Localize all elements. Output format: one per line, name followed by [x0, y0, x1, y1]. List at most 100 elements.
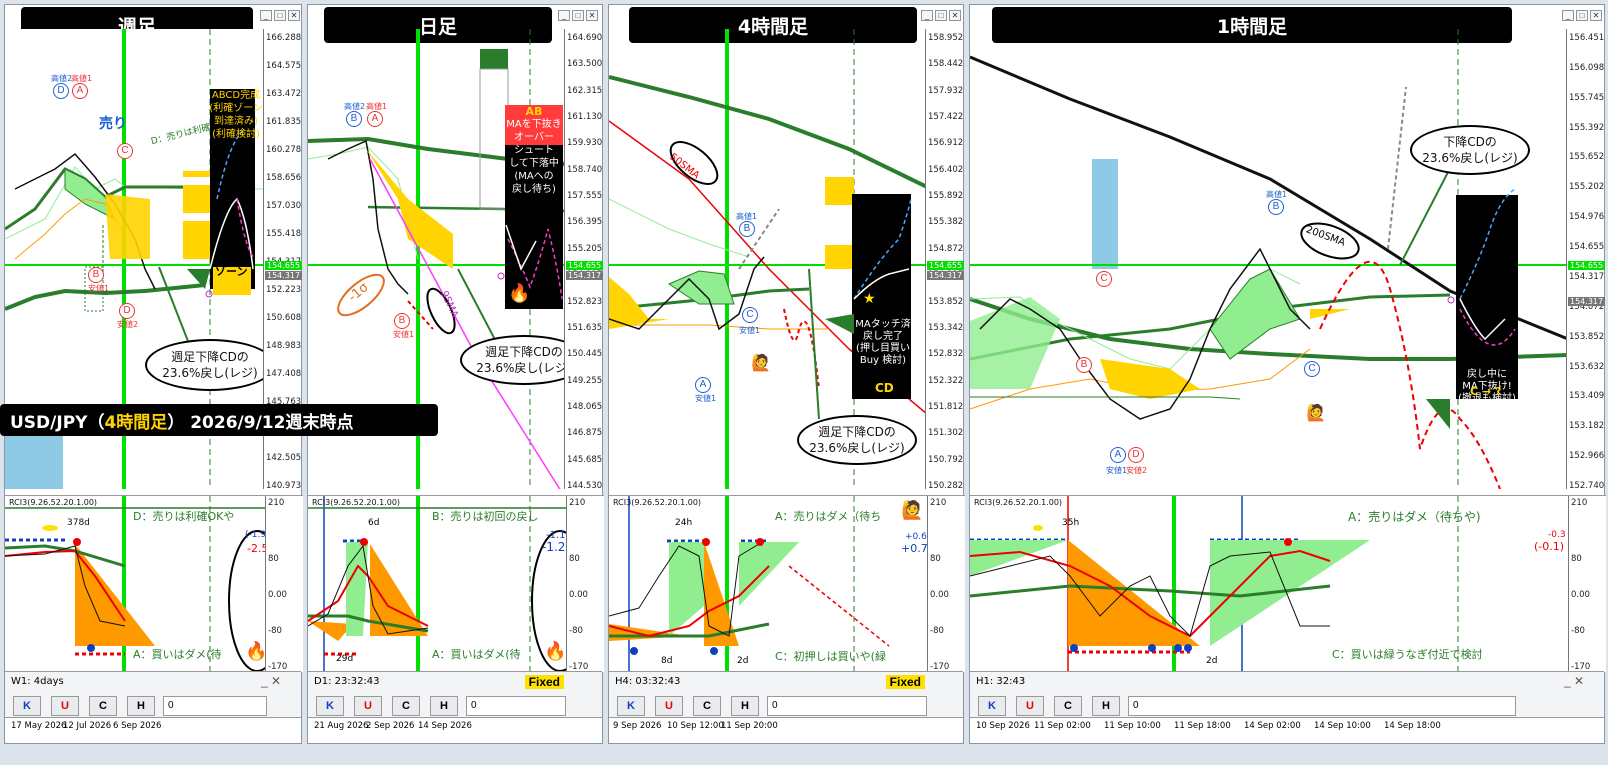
h1-c-label: C → ? [1470, 385, 1502, 398]
h1-rci-days: 35h [1062, 518, 1080, 528]
weekly-h-button[interactable]: H [127, 696, 155, 716]
h1-point-c-blue: C [1304, 361, 1320, 377]
minimize-icon[interactable]: _ [558, 10, 570, 21]
daily-value-field[interactable]: 0 [466, 696, 566, 716]
daily-box-line-2: MAを下抜き [506, 119, 562, 130]
h1-h-button[interactable]: H [1092, 696, 1120, 716]
h1-bubble-line-2: 23.6%戻し(レジ) [1422, 151, 1518, 165]
daily-rci-top-text: B：売りは初回の戻し [432, 510, 539, 523]
maximize-icon[interactable]: □ [1576, 10, 1588, 21]
price-tick: 157.422 [928, 112, 964, 123]
price-tick: 156.098 [1569, 62, 1605, 73]
daily-rci-panel: RCI3(9.26.52.20.1.00) 6d 29d B：売りは初回の戻し … [308, 495, 604, 672]
daily-point-a: A [367, 111, 383, 127]
status-prefix: USD/JPY（ [10, 412, 105, 433]
weekly-k-button[interactable]: K [13, 696, 41, 716]
price-tick: 153.182 [1569, 421, 1605, 432]
daily-point-b-red: B [394, 313, 410, 329]
price-tick: 155.392 [1569, 122, 1605, 133]
close-icon[interactable]: ✕ [288, 10, 300, 21]
daily-low1-label: 安値1 [393, 330, 415, 339]
price-tick: 152.966 [1569, 451, 1605, 462]
rci-tick: -80 [569, 626, 583, 636]
rci-tick: 210 [268, 498, 285, 508]
rci-tick: 0.00 [569, 590, 588, 600]
price-tick: 153.852 [1569, 331, 1605, 342]
h4-point-c: C [742, 307, 758, 323]
h1-u-button[interactable]: U [1016, 696, 1044, 716]
screen: 週足 _ □ ✕ D：売りは利確 高値2 高値1 D A 売り C B 安値1 … [0, 0, 1608, 765]
price-tick: 154.655 [1569, 242, 1605, 253]
h1-chart-window[interactable]: 1時間足 _ □ ✕ 200SMA 高値1 B C B A D 安値1 安値2 … [969, 4, 1606, 744]
daily-u-button[interactable]: U [354, 696, 382, 716]
h4-value-field[interactable]: 0 [767, 696, 927, 716]
price-tick: 153.409 [1569, 391, 1605, 402]
h1-low2-label: 安値2 [1126, 466, 1148, 475]
h4-toolbar-label: H4: 03:32:43 [615, 676, 681, 687]
maximize-icon[interactable]: □ [935, 10, 947, 21]
h1-toolbar-close[interactable]: _ ✕ [1564, 674, 1584, 688]
h1-point-b-blue: B [1268, 199, 1284, 215]
price-tick: 163.472 [266, 89, 302, 99]
h1-date-6: 14 Sep 10:00 [1314, 721, 1371, 731]
daily-k-button[interactable]: K [316, 696, 344, 716]
rci-tick: -80 [1571, 626, 1585, 636]
daily-chart-window[interactable]: 日足 _ □ ✕ 高値2 高値1 B A B 安値1 -1σ 9SMA AB M… [307, 4, 604, 744]
weekly-c-button[interactable]: C [89, 696, 117, 716]
h4-h-button[interactable]: H [731, 696, 759, 716]
weekly-value-field[interactable]: 0 [163, 696, 267, 716]
price-tick: 145.685 [567, 454, 603, 465]
h4-rci-top-text: A：売りはダメ（待ち [775, 510, 882, 523]
maximize-icon[interactable]: □ [274, 10, 286, 21]
daily-date-axis: 21 Aug 2026 2 Sep 2026 14 Sep 2026 [308, 717, 602, 743]
weekly-u-button[interactable]: U [51, 696, 79, 716]
h4-box-line-1: MAタッチ済 [855, 319, 911, 330]
price-tick: 155.892 [928, 191, 964, 202]
h1-bubble-line-1: 下降CDの [1443, 135, 1497, 149]
h1-value-field[interactable]: 0 [1128, 696, 1516, 716]
h4-k-button[interactable]: K [617, 696, 645, 716]
minimize-icon[interactable]: _ [1562, 10, 1574, 21]
weekly-rci-axis: 210 80 0.00 -80 -170 [265, 496, 303, 672]
h4-box-line-2: 戻し完了 [863, 331, 903, 342]
daily-h-button[interactable]: H [430, 696, 458, 716]
h4-date-axis: 9 Sep 2026 10 Sep 12:00 11 Sep 20:00 [609, 717, 963, 743]
price-tick: 158.442 [928, 59, 964, 70]
h1-rci-title: RCI3(9.26.52.20.1.00) [974, 498, 1063, 507]
price-tick: 150.608 [266, 313, 302, 323]
close-icon[interactable]: ✕ [1590, 10, 1602, 21]
weekly-point-d-red: D [119, 303, 135, 319]
h1-toolbar-label: H1: 32:43 [976, 676, 1026, 687]
weekly-date-2: 12 Jul 2026 [63, 721, 112, 731]
rci-tick: 80 [569, 554, 580, 564]
price-tick: 161.130 [567, 112, 603, 123]
h4-c-button[interactable]: C [693, 696, 721, 716]
h1-k-button[interactable]: K [978, 696, 1006, 716]
rci-tick: 0.00 [268, 590, 287, 600]
fire-icon: 🔥 [508, 283, 531, 304]
weekly-abcd-box: ABCD完成 (利確ゾーン 到達済み) (利確検討) [209, 89, 263, 145]
daily-c-button[interactable]: C [392, 696, 420, 716]
price-tick: 151.302 [928, 428, 964, 439]
weekly-box-line-3: 到達済み) [214, 116, 258, 127]
price-tick: 154.976 [1569, 212, 1605, 223]
daily-toolbar-label: D1: 23:32:43 [314, 676, 380, 687]
h1-c-button[interactable]: C [1054, 696, 1082, 716]
daily-rci-bottom-text: A：買いはダメ(待 [432, 648, 521, 661]
h4-chart-window[interactable]: 4時間足 _ □ ✕ ★ 50SMA 高値1 B C 安値1 A 安値1 🙋 M… [608, 4, 965, 744]
price-tick: 155.745 [1569, 92, 1605, 103]
h4-fixed-badge: Fixed [885, 675, 925, 689]
maximize-icon[interactable]: □ [572, 10, 584, 21]
minimize-icon[interactable]: _ [921, 10, 933, 21]
daily-price-axis: 164.690 163.500 162.315 161.130 159.930 158.7… [564, 29, 604, 491]
close-icon[interactable]: ✕ [586, 10, 598, 21]
close-icon[interactable]: ✕ [949, 10, 961, 21]
h4-u-button[interactable]: U [655, 696, 683, 716]
h1-cd-bubble: 下降CDの 23.6%戻し(レジ) [1410, 125, 1530, 175]
minimize-icon[interactable]: _ [260, 10, 272, 21]
weekly-chart-window[interactable]: 週足 _ □ ✕ D：売りは利確 高値2 高値1 D A 売り C B 安値1 … [4, 4, 303, 744]
weekly-toolbar-close[interactable]: _ ✕ [261, 674, 281, 688]
h4-rci-days: 24h [675, 518, 693, 528]
weekly-rci-bottom-text: A：買いはダメ(待 [133, 648, 222, 661]
price-tick: 153.342 [928, 322, 964, 333]
